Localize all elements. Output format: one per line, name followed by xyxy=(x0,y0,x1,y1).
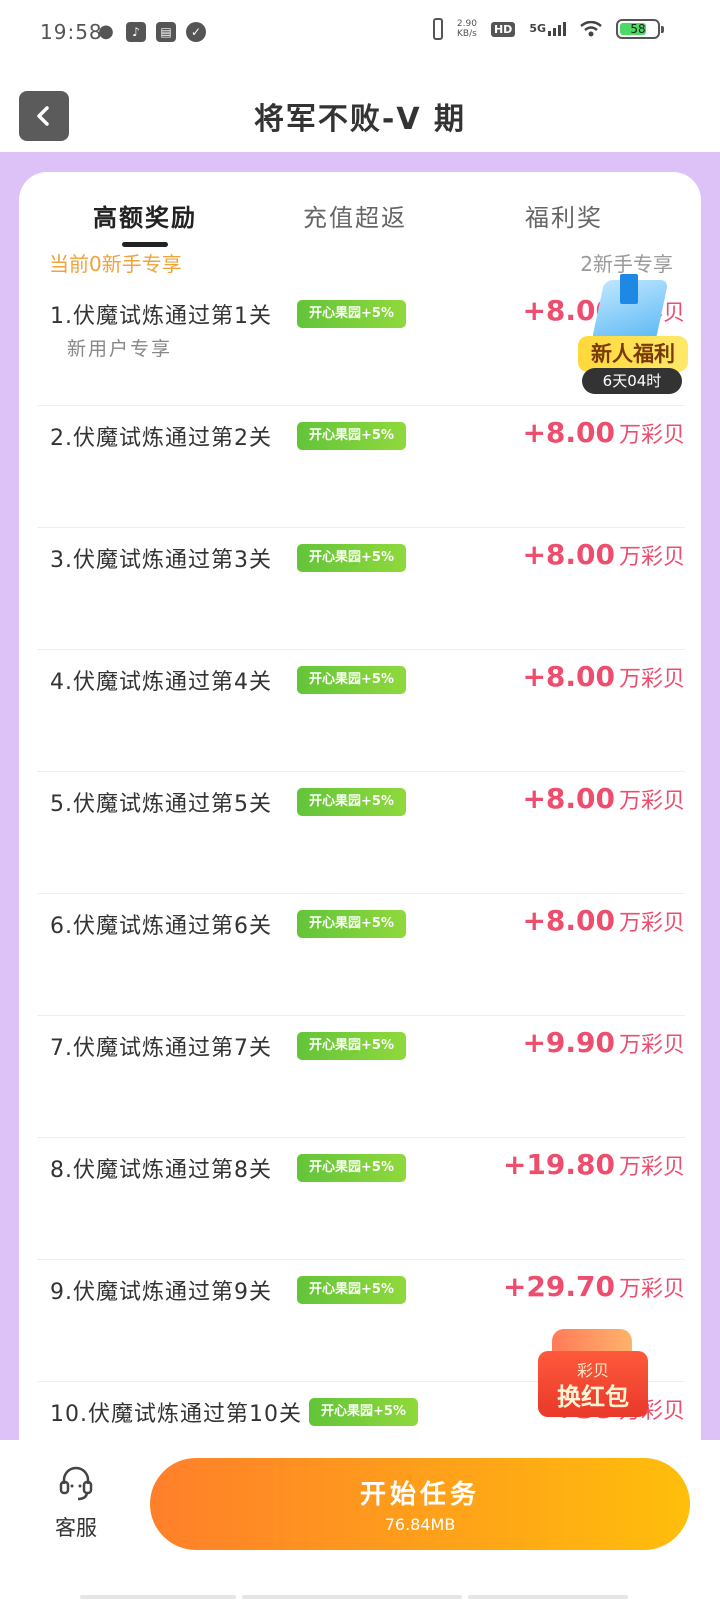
task-name: 5.伏魔试炼通过第5关 xyxy=(50,792,272,817)
task-reward: +8.00万彩贝 xyxy=(522,782,685,815)
hd-icon: HD xyxy=(490,21,516,37)
reward-unit: 万彩贝 xyxy=(618,1277,685,1302)
reward-amount: +29.70 xyxy=(502,1270,615,1303)
customer-service-button[interactable]: 客服 xyxy=(46,1462,106,1542)
bonus-badge: 开心果园+5% xyxy=(297,788,406,816)
newbie-count-left: 当前0新手专享 xyxy=(49,252,182,276)
task-row[interactable]: 2.伏魔试炼通过第2关 开心果园+5% +8.00 万彩贝 xyxy=(37,406,685,528)
bonus-badge: 开心果园+5% xyxy=(297,1276,406,1304)
wifi-icon xyxy=(580,21,602,37)
reward-unit: 万彩贝 xyxy=(618,911,685,936)
nav-indicator xyxy=(80,1595,236,1599)
vibrate-icon xyxy=(432,18,443,40)
reward-unit: 万彩贝 xyxy=(618,789,685,814)
tab-recharge-rebate[interactable]: 充值超返 xyxy=(303,198,407,233)
bonus-badge: 开心果园+5% xyxy=(297,910,406,938)
newbie-welfare-label: 新人福利 xyxy=(578,336,688,372)
task-reward: +8.00万彩贝 xyxy=(522,904,685,937)
reward-amount: +9.90 xyxy=(522,1026,615,1059)
reward-unit: 万彩贝 xyxy=(618,545,685,570)
bonus-badge: 开心果园+5% xyxy=(297,300,406,328)
headset-icon xyxy=(59,1466,93,1501)
status-bar: 19:58 ● ♪ ▤ ✓ 2.90 KB/s HD 5G 58 xyxy=(0,0,720,64)
start-task-button[interactable]: 开始任务 76.84MB xyxy=(150,1458,690,1550)
reward-amount: +8.00 xyxy=(522,538,615,571)
reward-unit: 万彩贝 xyxy=(618,1033,685,1058)
task-row[interactable]: 8.伏魔试炼通过第8关 开心果园+5% +19.80 万彩贝 xyxy=(37,1138,685,1260)
task-reward: +8.00万彩贝 xyxy=(522,660,685,693)
task-row[interactable]: 3.伏魔试炼通过第3关 开心果园+5% +8.00 万彩贝 xyxy=(37,528,685,650)
task-name: 4.伏魔试炼通过第4关 xyxy=(50,670,272,695)
task-subtitle: 新用户专享 xyxy=(67,338,173,360)
start-task-label: 开始任务 xyxy=(359,1480,480,1510)
bonus-badge: 开心果园+5% xyxy=(297,1032,406,1060)
bonus-badge: 开心果园+5% xyxy=(309,1398,418,1426)
tab-high-rewards[interactable]: 高额奖励 xyxy=(93,198,197,233)
tab-bar: 高额奖励 充值超返 福利奖 xyxy=(19,198,701,248)
bonus-badge: 开心果园+5% xyxy=(297,422,406,450)
check-icon: ✓ xyxy=(186,22,206,42)
task-reward: +8.00万彩贝 xyxy=(522,416,685,449)
task-name: 2.伏魔试炼通过第2关 xyxy=(50,426,272,451)
reward-amount: +19.80 xyxy=(502,1148,615,1181)
tiktok-icon: ♪ xyxy=(126,22,146,42)
bottom-action-bar: 客服 开始任务 76.84MB xyxy=(0,1440,720,1600)
battery-level: 58 xyxy=(630,22,646,36)
task-name: 8.伏魔试炼通过第8关 xyxy=(50,1158,272,1183)
task-name: 1.伏魔试炼通过第1关 xyxy=(50,304,272,329)
task-row[interactable]: 4.伏魔试炼通过第4关 开心果园+5% +8.00 万彩贝 xyxy=(37,650,685,772)
active-tab-indicator xyxy=(122,242,168,247)
bonus-badge: 开心果园+5% xyxy=(297,1154,406,1182)
battery-icon: 58 xyxy=(616,19,664,39)
task-name: 7.伏魔试炼通过第7关 xyxy=(50,1036,272,1061)
task-row[interactable]: 7.伏魔试炼通过第7关 开心果园+5% +9.90 万彩贝 xyxy=(37,1016,685,1138)
bonus-badge: 开心果园+5% xyxy=(297,666,406,694)
reward-unit: 万彩贝 xyxy=(618,667,685,692)
newbie-welfare-badge[interactable]: 新人福利 6天04时 xyxy=(578,270,688,400)
reward-amount: +8.00 xyxy=(522,782,615,815)
task-reward: +29.70 万彩贝 xyxy=(503,1270,685,1303)
task-name: 10.伏魔试炼通过第10关 xyxy=(50,1402,302,1427)
newbie-countdown: 6天04时 xyxy=(582,368,682,394)
reward-amount: +8.00 xyxy=(522,416,615,449)
task-name: 9.伏魔试炼通过第9关 xyxy=(50,1280,272,1305)
net-speed: 2.90 KB/s xyxy=(456,19,477,39)
customer-service-label: 客服 xyxy=(55,1516,97,1540)
red-packet-button[interactable]: 彩贝 换红包 xyxy=(538,1325,648,1420)
nav-indicator xyxy=(468,1595,628,1599)
task-reward: +8.00万彩贝 xyxy=(522,538,685,571)
reward-amount: +8.00 xyxy=(522,904,615,937)
wechat-icon: ● xyxy=(98,21,114,42)
app-header: 将军不败-V 期 xyxy=(0,64,720,152)
task-reward: +9.90 万彩贝 xyxy=(522,1026,685,1059)
task-name: 6.伏魔试炼通过第6关 xyxy=(50,914,272,939)
bookmark-icon xyxy=(620,274,638,304)
tab-welfare[interactable]: 福利奖 xyxy=(525,198,603,233)
reward-amount: +8.00 xyxy=(522,660,615,693)
task-row[interactable]: 6.伏魔试炼通过第6关 开心果园+5% +8.00 万彩贝 xyxy=(37,894,685,1016)
bonus-badge: 开心果园+5% xyxy=(297,544,406,572)
task-name: 3.伏魔试炼通过第3关 xyxy=(50,548,272,573)
cellular-signal-icon: 5G xyxy=(529,22,566,36)
red-packet-line2: 换红包 xyxy=(557,1383,629,1411)
inbox-icon: ▤ xyxy=(156,22,176,42)
status-time: 19:58 xyxy=(40,20,103,44)
reward-unit: 万彩贝 xyxy=(618,423,685,448)
task-reward: +19.80 万彩贝 xyxy=(503,1148,685,1181)
page-title: 将军不败-V 期 xyxy=(253,102,467,137)
download-size: 76.84MB xyxy=(384,1515,456,1534)
reward-unit: 万彩贝 xyxy=(618,1155,685,1180)
nav-indicator xyxy=(242,1595,462,1599)
task-row[interactable]: 5.伏魔试炼通过第5关 开心果园+5% +8.00 万彩贝 xyxy=(37,772,685,894)
